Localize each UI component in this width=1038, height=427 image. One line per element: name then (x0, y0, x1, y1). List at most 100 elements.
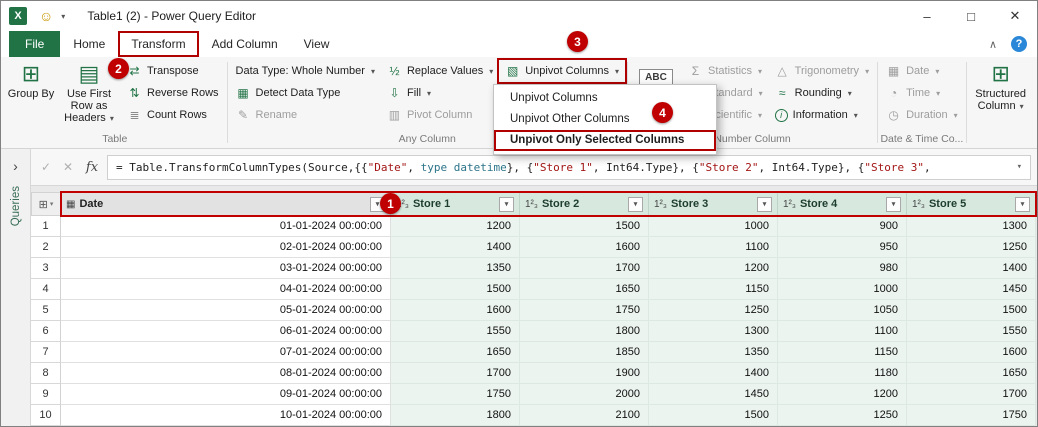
trigonometry-button[interactable]: △ Trigonometry ▾ (769, 60, 875, 82)
value-cell[interactable]: 1550 (907, 321, 1036, 342)
value-cell[interactable]: 980 (778, 258, 907, 279)
pivot-column-button[interactable]: ▥ Pivot Column (381, 104, 499, 126)
value-cell[interactable]: 2000 (520, 384, 649, 405)
value-cell[interactable]: 1600 (907, 342, 1036, 363)
value-cell[interactable]: 1600 (520, 237, 649, 258)
row-number[interactable]: 9 (31, 384, 61, 405)
commit-icon[interactable]: ✓ (37, 160, 55, 174)
value-cell[interactable]: 1300 (649, 321, 778, 342)
value-cell[interactable]: 950 (778, 237, 907, 258)
row-number[interactable]: 1 (31, 216, 61, 237)
value-cell[interactable]: 1200 (778, 384, 907, 405)
value-cell[interactable]: 1850 (520, 342, 649, 363)
row-number[interactable]: 6 (31, 321, 61, 342)
value-cell[interactable]: 1200 (649, 258, 778, 279)
queries-pane-label[interactable]: Queries (10, 186, 22, 226)
menu-item[interactable]: Unpivot Columns (494, 88, 716, 109)
minimize-button[interactable]: – (905, 1, 949, 31)
value-cell[interactable]: 1250 (907, 237, 1036, 258)
value-cell[interactable]: 1450 (649, 384, 778, 405)
filter-button[interactable]: ▾ (628, 196, 643, 212)
column-header-store-2[interactable]: 1²₃ Store 2 ▾ (520, 192, 649, 216)
value-cell[interactable]: 1600 (391, 300, 520, 321)
date-cell[interactable]: 06-01-2024 00:00:00 (61, 321, 391, 342)
value-cell[interactable]: 1250 (778, 405, 907, 426)
value-cell[interactable]: 1150 (778, 342, 907, 363)
value-cell[interactable]: 1100 (649, 237, 778, 258)
value-cell[interactable]: 1700 (391, 363, 520, 384)
structured-column-button[interactable]: ⊞ Structured Column ▾ (969, 57, 1033, 113)
expand-pane-icon[interactable]: › (13, 158, 18, 174)
column-header-store-3[interactable]: 1²₃ Store 3 ▾ (649, 192, 778, 216)
value-cell[interactable]: 1100 (778, 321, 907, 342)
column-header-store-5[interactable]: 1²₃ Store 5 ▾ (907, 192, 1036, 216)
value-cell[interactable]: 1750 (391, 384, 520, 405)
value-cell[interactable]: 1250 (649, 300, 778, 321)
value-cell[interactable]: 1400 (391, 237, 520, 258)
help-icon[interactable]: ? (1011, 36, 1027, 52)
information-button[interactable]: i Information ▾ (769, 104, 875, 126)
unpivot-columns-button[interactable]: ▧ Unpivot Columns ▾ (497, 58, 627, 84)
reverse-rows-button[interactable]: ⇅ Reverse Rows (121, 82, 225, 104)
value-cell[interactable]: 1000 (778, 279, 907, 300)
value-cell[interactable]: 1050 (778, 300, 907, 321)
date-cell[interactable]: 01-01-2024 00:00:00 (61, 216, 391, 237)
close-button[interactable]: ✕ (993, 1, 1037, 31)
value-cell[interactable]: 1400 (649, 363, 778, 384)
value-cell[interactable]: 1800 (520, 321, 649, 342)
column-header-store-1[interactable]: 1²₃ Store 1 ▾ (391, 192, 520, 216)
value-cell[interactable]: 1500 (391, 279, 520, 300)
date-cell[interactable]: 04-01-2024 00:00:00 (61, 279, 391, 300)
maximize-button[interactable]: □ (949, 1, 993, 31)
rename-button[interactable]: ✎ Rename (230, 104, 381, 126)
value-cell[interactable]: 1650 (391, 342, 520, 363)
fill-button[interactable]: ⇩ Fill ▾ (381, 82, 499, 104)
value-cell[interactable]: 2100 (520, 405, 649, 426)
row-number[interactable]: 4 (31, 279, 61, 300)
value-cell[interactable]: 1500 (907, 300, 1036, 321)
collapse-ribbon-icon[interactable]: ∧ (989, 38, 997, 51)
menu-item[interactable]: Unpivot Other Columns (494, 109, 716, 130)
value-cell[interactable]: 1300 (907, 216, 1036, 237)
tab-file[interactable]: File (9, 31, 61, 57)
column-header-date[interactable]: ▦ Date ▾ (61, 192, 391, 216)
row-number[interactable]: 8 (31, 363, 61, 384)
row-number[interactable]: 7 (31, 342, 61, 363)
date-cell[interactable]: 02-01-2024 00:00:00 (61, 237, 391, 258)
date-cell[interactable]: 07-01-2024 00:00:00 (61, 342, 391, 363)
value-cell[interactable]: 1750 (907, 405, 1036, 426)
tab-home[interactable]: Home (60, 31, 118, 57)
value-cell[interactable]: 1180 (778, 363, 907, 384)
value-cell[interactable]: 1700 (907, 384, 1036, 405)
tab-transform[interactable]: Transform (118, 31, 199, 57)
formula-expand-icon[interactable]: ▾ (1009, 162, 1022, 172)
replace-values-button[interactable]: ½ Replace Values ▾ (381, 60, 499, 82)
filter-button[interactable]: ▾ (1015, 196, 1030, 212)
value-cell[interactable]: 1150 (649, 279, 778, 300)
value-cell[interactable]: 1750 (520, 300, 649, 321)
value-cell[interactable]: 1500 (520, 216, 649, 237)
count-rows-button[interactable]: ≣ Count Rows (121, 104, 225, 126)
value-cell[interactable]: 1800 (391, 405, 520, 426)
date-cell[interactable]: 08-01-2024 00:00:00 (61, 363, 391, 384)
value-cell[interactable]: 1400 (907, 258, 1036, 279)
row-number[interactable]: 10 (31, 405, 61, 426)
value-cell[interactable]: 1700 (520, 258, 649, 279)
data-type-button[interactable]: Data Type: Whole Number ▾ (230, 60, 381, 82)
date-cell[interactable]: 03-01-2024 00:00:00 (61, 258, 391, 279)
group-by-button[interactable]: ⊞ Group By (5, 57, 57, 100)
time-button[interactable]: ◔ Time ▾ (880, 82, 964, 104)
table-menu-button[interactable]: ⊞ ▾ (31, 192, 61, 216)
filter-button[interactable]: ▾ (757, 196, 772, 212)
column-header-store-4[interactable]: 1²₃ Store 4 ▾ (778, 192, 907, 216)
menu-item[interactable]: Unpivot Only Selected Columns (494, 130, 716, 151)
value-cell[interactable]: 1000 (649, 216, 778, 237)
cancel-icon[interactable]: ✕ (59, 160, 77, 174)
qat-dropdown-icon[interactable]: ▾ (61, 12, 65, 21)
value-cell[interactable]: 1650 (520, 279, 649, 300)
value-cell[interactable]: 900 (778, 216, 907, 237)
rounding-button[interactable]: ≈ Rounding ▾ (769, 82, 875, 104)
filter-button[interactable]: ▾ (886, 196, 901, 212)
value-cell[interactable]: 1900 (520, 363, 649, 384)
date-button[interactable]: ▦ Date ▾ (880, 60, 964, 82)
